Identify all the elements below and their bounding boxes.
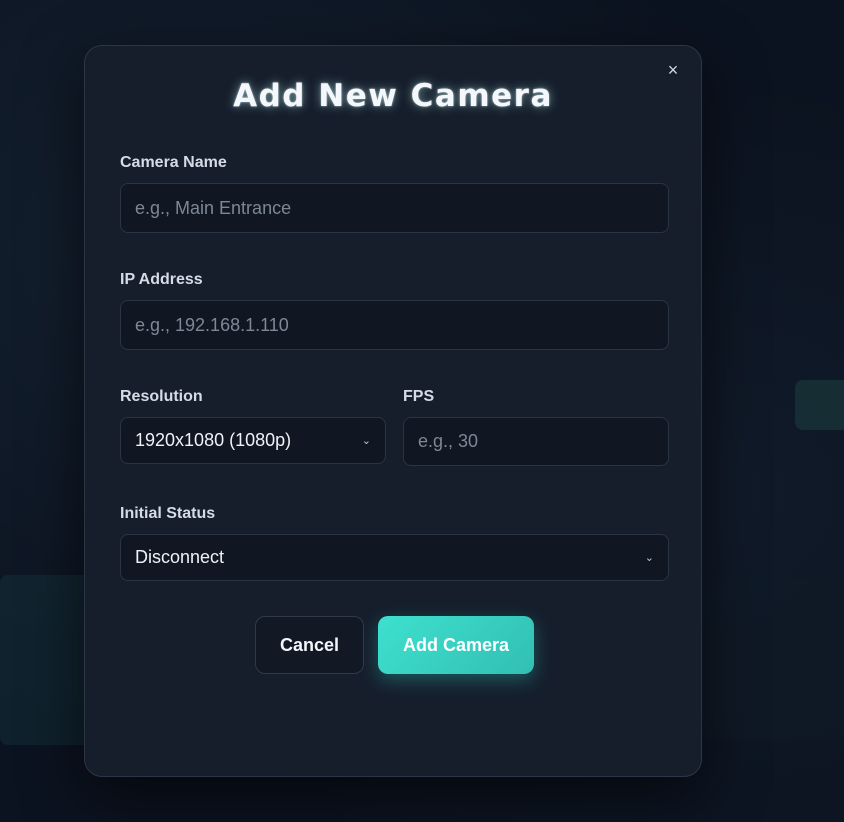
resolution-label: Resolution [120, 388, 203, 405]
close-icon[interactable]: × [663, 60, 683, 80]
chevron-down-icon: ⌄ [361, 435, 371, 447]
background-button [795, 380, 844, 430]
fps-label: FPS [403, 388, 435, 405]
camera-name-label: Camera Name [120, 154, 227, 171]
initial-status-selected-value: Disconnect [135, 547, 225, 567]
modal-title: Add New Camera [233, 78, 553, 114]
add-camera-button[interactable]: Add Camera [378, 616, 534, 674]
cancel-button[interactable]: Cancel [255, 616, 364, 674]
chevron-down-icon: ⌄ [644, 552, 654, 564]
ip-address-input[interactable] [120, 300, 669, 350]
add-camera-modal: × Add New Camera Camera Name IP Address … [84, 45, 702, 777]
camera-name-input[interactable] [120, 183, 669, 233]
fps-input[interactable] [403, 417, 669, 466]
initial-status-label: Initial Status [120, 505, 216, 522]
resolution-selected-value: 1920x1080 (1080p) [135, 430, 292, 450]
ip-address-label: IP Address [120, 271, 203, 288]
initial-status-select[interactable]: Disconnect ⌄ [120, 534, 669, 581]
resolution-select[interactable]: 1920x1080 (1080p) ⌄ [120, 417, 386, 464]
